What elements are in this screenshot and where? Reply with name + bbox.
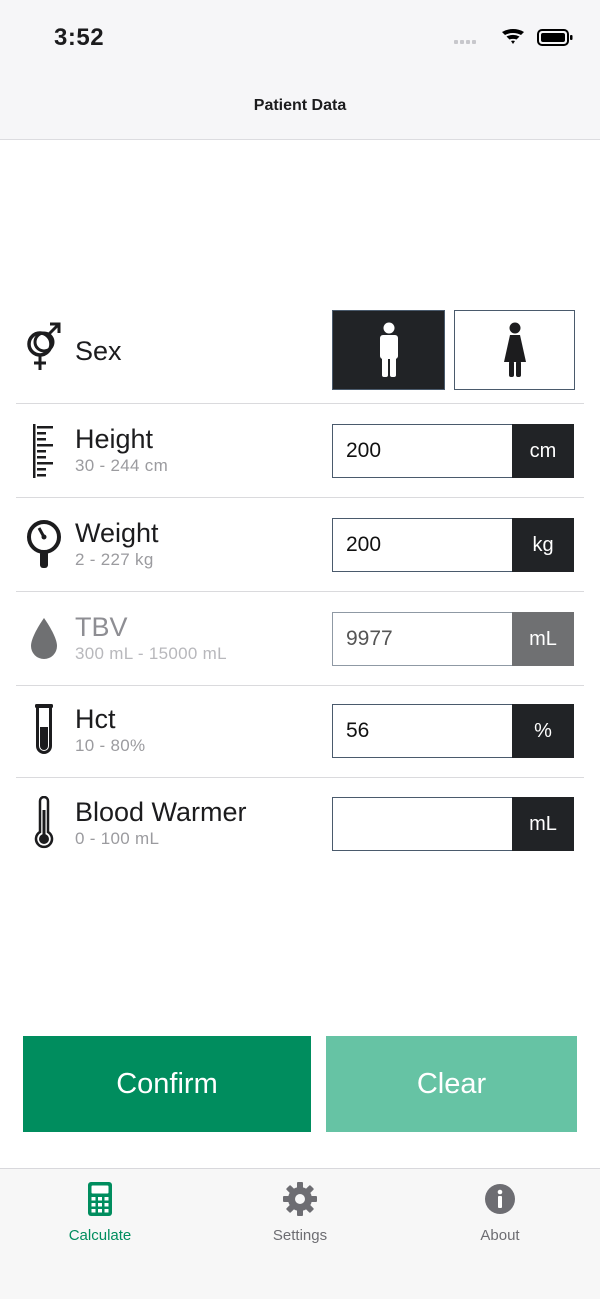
tab-about-label: About bbox=[480, 1227, 520, 1244]
gear-icon bbox=[283, 1182, 317, 1216]
blood-drop-icon bbox=[24, 614, 64, 664]
page-title: Patient Data bbox=[253, 97, 347, 114]
tab-about[interactable]: About bbox=[430, 1177, 570, 1249]
tab-calculate[interactable]: Calculate bbox=[30, 1177, 170, 1249]
tbv-field: mL bbox=[332, 612, 574, 666]
female-icon bbox=[503, 322, 526, 377]
wifi-icon bbox=[502, 29, 524, 44]
blood-warmer-unit: mL bbox=[512, 797, 574, 851]
thermometer-icon bbox=[24, 796, 64, 849]
hct-range: 10 - 80% bbox=[75, 736, 146, 755]
weight-range: 2 - 227 kg bbox=[75, 550, 154, 569]
status-icons bbox=[454, 26, 574, 50]
weight-unit: kg bbox=[512, 518, 574, 572]
battery-icon bbox=[537, 29, 573, 46]
gender-icon bbox=[24, 322, 64, 372]
info-icon bbox=[485, 1184, 515, 1214]
blood-warmer-input[interactable] bbox=[333, 798, 513, 850]
weight-input[interactable] bbox=[333, 519, 513, 571]
ruler-icon bbox=[24, 424, 64, 478]
height-input[interactable] bbox=[333, 425, 513, 477]
tab-settings-label: Settings bbox=[272, 1227, 328, 1244]
weight-field[interactable]: kg bbox=[332, 518, 574, 572]
blood-warmer-row: Blood Warmer 0 - 100 mL mL bbox=[16, 778, 584, 871]
tbv-label: TBV bbox=[75, 612, 128, 642]
test-tube-icon bbox=[24, 704, 64, 754]
male-icon bbox=[379, 322, 398, 377]
weight-row: Weight 2 - 227 kg kg bbox=[16, 498, 584, 592]
hct-unit: % bbox=[512, 704, 574, 758]
tab-settings[interactable]: Settings bbox=[230, 1177, 370, 1249]
hct-row: Hct 10 - 80% % bbox=[16, 686, 584, 778]
calculator-icon bbox=[88, 1182, 112, 1216]
sex-row: Sex bbox=[16, 310, 584, 404]
sex-label: Sex bbox=[75, 336, 122, 366]
clear-button[interactable]: Clear bbox=[326, 1036, 577, 1132]
tbv-input bbox=[333, 613, 513, 665]
height-row: Height 30 - 244 cm cm bbox=[16, 404, 584, 498]
hct-label: Hct bbox=[75, 704, 116, 734]
blood-warmer-label: Blood Warmer bbox=[75, 797, 247, 827]
confirm-button[interactable]: Confirm bbox=[23, 1036, 311, 1132]
tab-calculate-label: Calculate bbox=[68, 1227, 132, 1244]
tbv-unit: mL bbox=[512, 612, 574, 666]
hct-input[interactable] bbox=[333, 705, 513, 757]
status-time: 3:52 bbox=[54, 24, 105, 51]
height-field[interactable]: cm bbox=[332, 424, 574, 478]
hct-field[interactable]: % bbox=[332, 704, 574, 758]
height-unit: cm bbox=[512, 424, 574, 478]
scale-icon bbox=[24, 520, 64, 570]
tbv-range: 300 mL - 15000 mL bbox=[75, 644, 227, 663]
height-label: Height bbox=[75, 424, 154, 454]
status-bar: 3:52 bbox=[0, 0, 600, 78]
tab-bar: Calculate Settings About bbox=[0, 1168, 600, 1299]
tbv-row: TBV 300 mL - 15000 mL mL bbox=[16, 592, 584, 686]
blood-warmer-range: 0 - 100 mL bbox=[75, 829, 160, 848]
male-button[interactable] bbox=[332, 310, 445, 390]
navigation-bar: Patient Data bbox=[0, 78, 600, 140]
height-range: 30 - 244 cm bbox=[75, 456, 169, 475]
female-button[interactable] bbox=[454, 310, 575, 390]
cellular-signal-icon bbox=[454, 40, 476, 44]
weight-label: Weight bbox=[75, 518, 159, 548]
blood-warmer-field[interactable]: mL bbox=[332, 797, 574, 851]
